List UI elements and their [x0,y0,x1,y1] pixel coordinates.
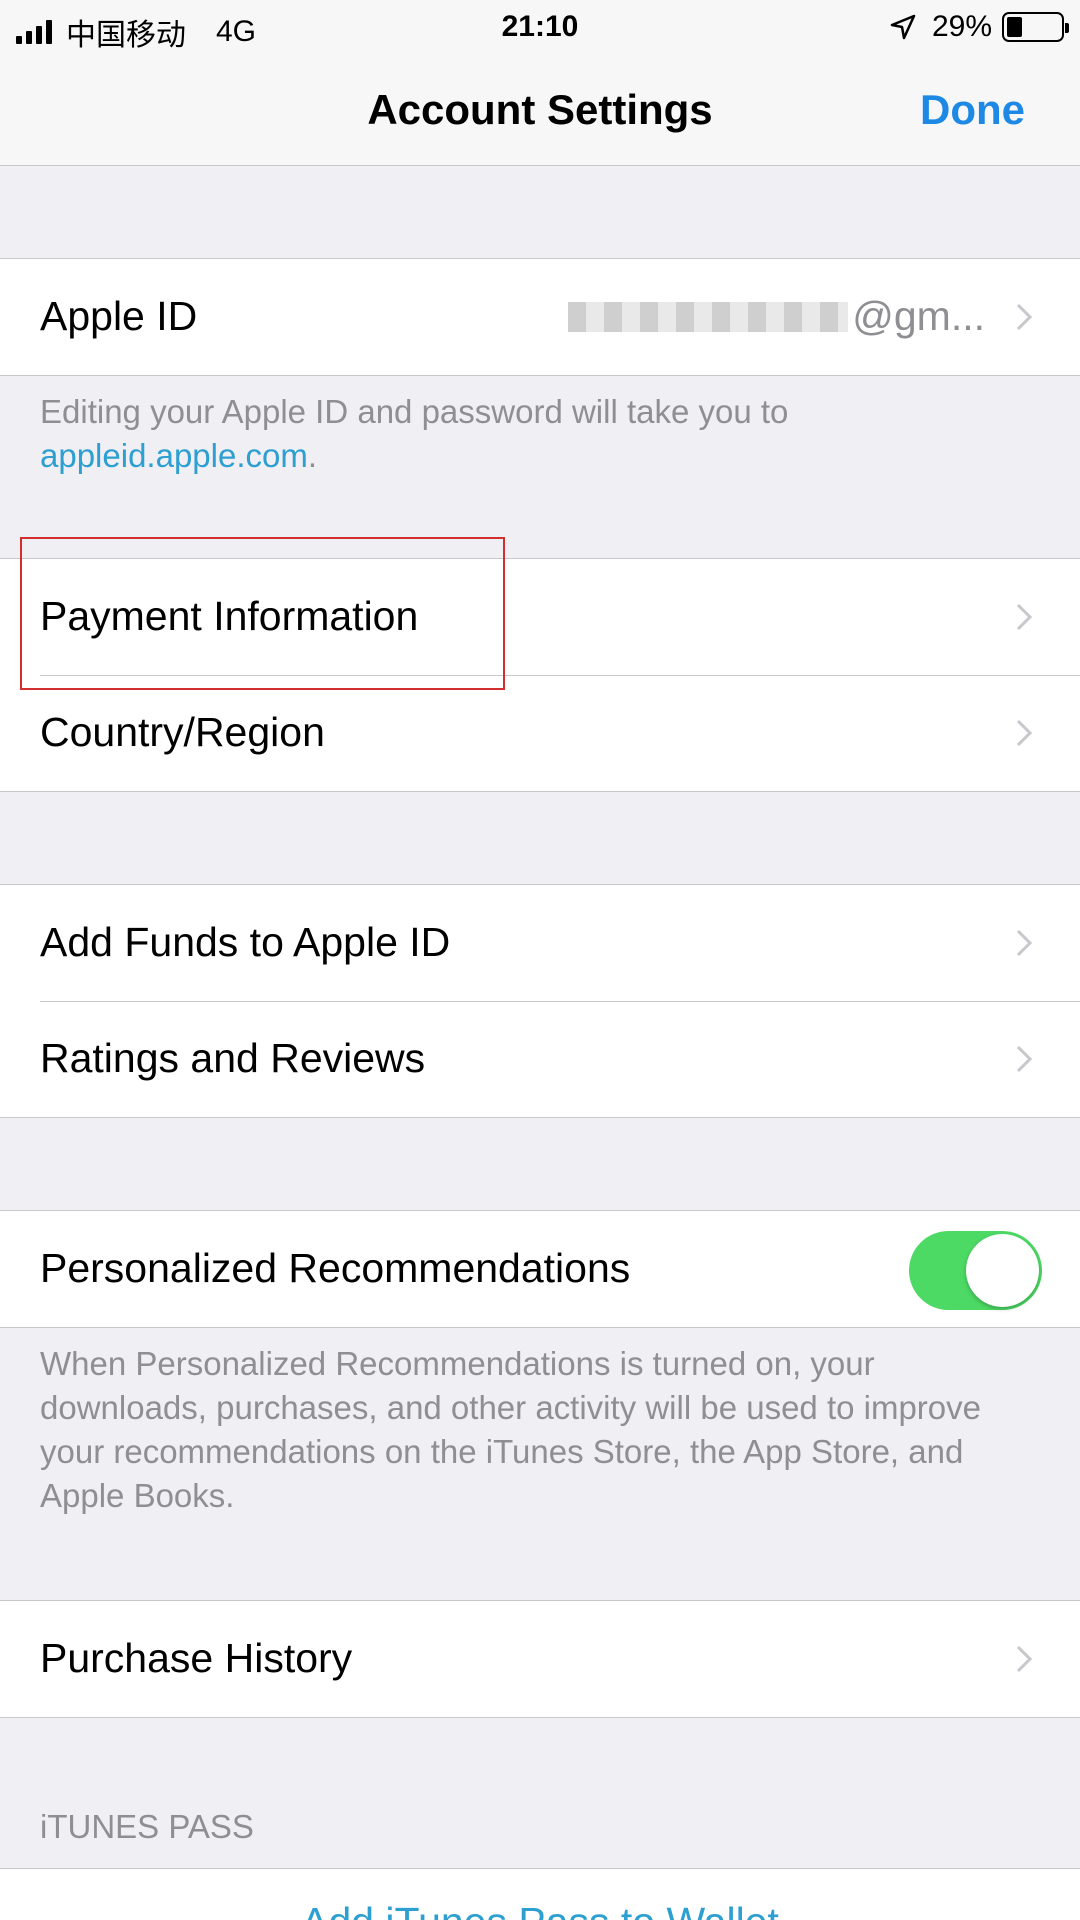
navigation-bar: Account Settings Done [0,56,1080,166]
chevron-right-icon [1016,1645,1033,1673]
apple-id-email-suffix: @gm... [852,293,985,339]
add-funds-label: Add Funds to Apple ID [40,919,451,965]
personalized-recommendations-label: Personalized Recommendations [40,1245,631,1291]
itunes-pass-header: iTUNES PASS [40,1808,254,1845]
recommendations-group: Personalized Recommendations [0,1210,1080,1328]
country-region-label: Country/Region [40,709,325,755]
toggle-knob [966,1234,1039,1307]
apple-id-row[interactable]: Apple ID @gm... [0,259,1080,375]
appleid-link[interactable]: appleid.apple.com [40,437,308,474]
apple-id-value: @gm... [568,293,985,340]
ratings-reviews-label: Ratings and Reviews [40,1035,426,1081]
chevron-right-icon [1016,1045,1033,1073]
highlight-box [20,537,505,690]
redacted-email-blur [568,301,849,332]
chevron-right-icon [1016,719,1033,747]
done-button[interactable]: Done [920,86,1025,134]
apple-id-group: Apple ID @gm... [0,258,1080,376]
itunes-pass-group: Add iTunes Pass to Wallet [0,1868,1080,1920]
status-bar: 中国移动 4G 21:10 29% [0,0,1080,56]
location-icon [890,14,916,40]
chevron-right-icon [1016,303,1033,331]
footer-period: . [307,437,318,474]
add-itunes-pass-button[interactable]: Add iTunes Pass to Wallet [0,1899,1080,1920]
apple-id-footer-text: Editing your Apple ID and password will … [40,393,789,430]
battery-percent: 29% [931,10,992,43]
purchase-history-group: Purchase History [0,1600,1080,1718]
ratings-reviews-row[interactable]: Ratings and Reviews [0,1001,1080,1117]
apple-id-label: Apple ID [40,293,198,339]
add-funds-row[interactable]: Add Funds to Apple ID [0,885,1080,1001]
apple-id-footer: Editing your Apple ID and password will … [40,390,1040,478]
personalized-recommendations-row: Personalized Recommendations [0,1211,1080,1327]
battery-icon [1002,12,1069,42]
chevron-right-icon [1016,603,1033,631]
personalized-recommendations-toggle[interactable] [909,1231,1042,1310]
funds-group: Add Funds to Apple ID Ratings and Review… [0,884,1080,1118]
purchase-history-row[interactable]: Purchase History [0,1601,1080,1717]
purchase-history-label: Purchase History [40,1635,353,1681]
recommendations-footer: When Personalized Recommendations is tur… [40,1345,981,1514]
country-region-row[interactable]: Country/Region [0,675,1080,791]
chevron-right-icon [1016,929,1033,957]
page-title: Account Settings [367,86,713,133]
